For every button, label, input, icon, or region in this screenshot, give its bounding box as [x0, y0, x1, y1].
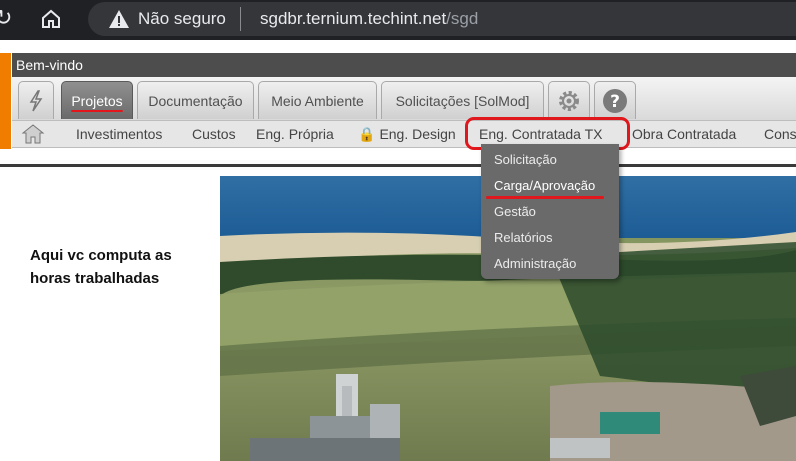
home-icon[interactable]	[40, 8, 62, 30]
submenu-cons[interactable]: Cons	[764, 124, 796, 144]
tab-projetos[interactable]: Projetos	[61, 81, 133, 119]
submenu-investimentos[interactable]: Investimentos	[76, 124, 162, 144]
tab-solicitacoes-label: Solicitações [SolMod]	[395, 93, 530, 109]
reload-icon[interactable]: ↻	[0, 4, 12, 34]
bolt-icon	[29, 89, 43, 111]
welcome-text: Bem-vindo	[16, 57, 83, 73]
warning-icon[interactable]	[108, 8, 130, 30]
help-icon: ?	[603, 88, 627, 113]
tab-documentacao-label: Documentação	[148, 93, 243, 109]
submenu-obra-contratada[interactable]: Obra Contratada	[632, 124, 736, 144]
dropdown-menu: Solicitação Carga/Aprovação Gestão Relat…	[481, 144, 619, 279]
url-separator	[240, 7, 241, 31]
submenu-eng-design[interactable]: 🔒 Eng. Design	[358, 124, 456, 144]
svg-text:?: ?	[610, 92, 620, 112]
url-path: /sgd	[446, 9, 479, 28]
tab-meio-ambiente-label: Meio Ambiente	[271, 93, 364, 109]
tab-meio-ambiente[interactable]: Meio Ambiente	[258, 81, 377, 119]
submenu-eng-design-label: Eng. Design	[379, 126, 456, 142]
help-tab[interactable]: ?	[594, 81, 636, 119]
dropdown-item-carga-aprovacao[interactable]: Carga/Aprovação	[494, 178, 595, 194]
red-underline-carga-aprovacao	[486, 196, 604, 199]
tab-documentacao[interactable]: Documentação	[137, 81, 254, 119]
submenu-eng-propria[interactable]: Eng. Própria	[256, 124, 334, 144]
home-nav-icon[interactable]	[20, 122, 46, 146]
header-divider	[0, 164, 796, 167]
company-logo	[0, 53, 11, 149]
bolt-tab[interactable]	[18, 81, 54, 119]
url-bar[interactable]: Não seguro sgdbr.ternium.techint.net/sgd	[88, 2, 796, 36]
submenu-custos[interactable]: Custos	[192, 124, 236, 144]
welcome-bar: Bem-vindo	[12, 53, 796, 77]
settings-tab[interactable]	[548, 81, 590, 119]
dropdown-item-solicitacao[interactable]: Solicitação	[494, 152, 557, 168]
url-host: sgdbr.ternium.techint.net	[260, 9, 447, 28]
security-label[interactable]: Não seguro	[138, 8, 226, 30]
gear-icon	[559, 90, 579, 111]
tab-solicitacoes[interactable]: Solicitações [SolMod]	[381, 81, 544, 119]
dropdown-item-relatorios[interactable]: Relatórios	[494, 230, 553, 246]
lock-icon: 🔒	[358, 126, 376, 142]
dropdown-item-gestao[interactable]: Gestão	[494, 204, 536, 220]
instruction-caption: Aqui vc computa as horas trabalhadas	[30, 247, 172, 287]
dropdown-item-administracao[interactable]: Administração	[494, 256, 576, 272]
tab-projetos-label: Projetos	[71, 93, 123, 109]
browser-address-bar: ↻ Não seguro sgdbr.ternium.techint.net/s…	[0, 0, 796, 40]
url-text[interactable]: sgdbr.ternium.techint.net/sgd	[260, 8, 478, 30]
